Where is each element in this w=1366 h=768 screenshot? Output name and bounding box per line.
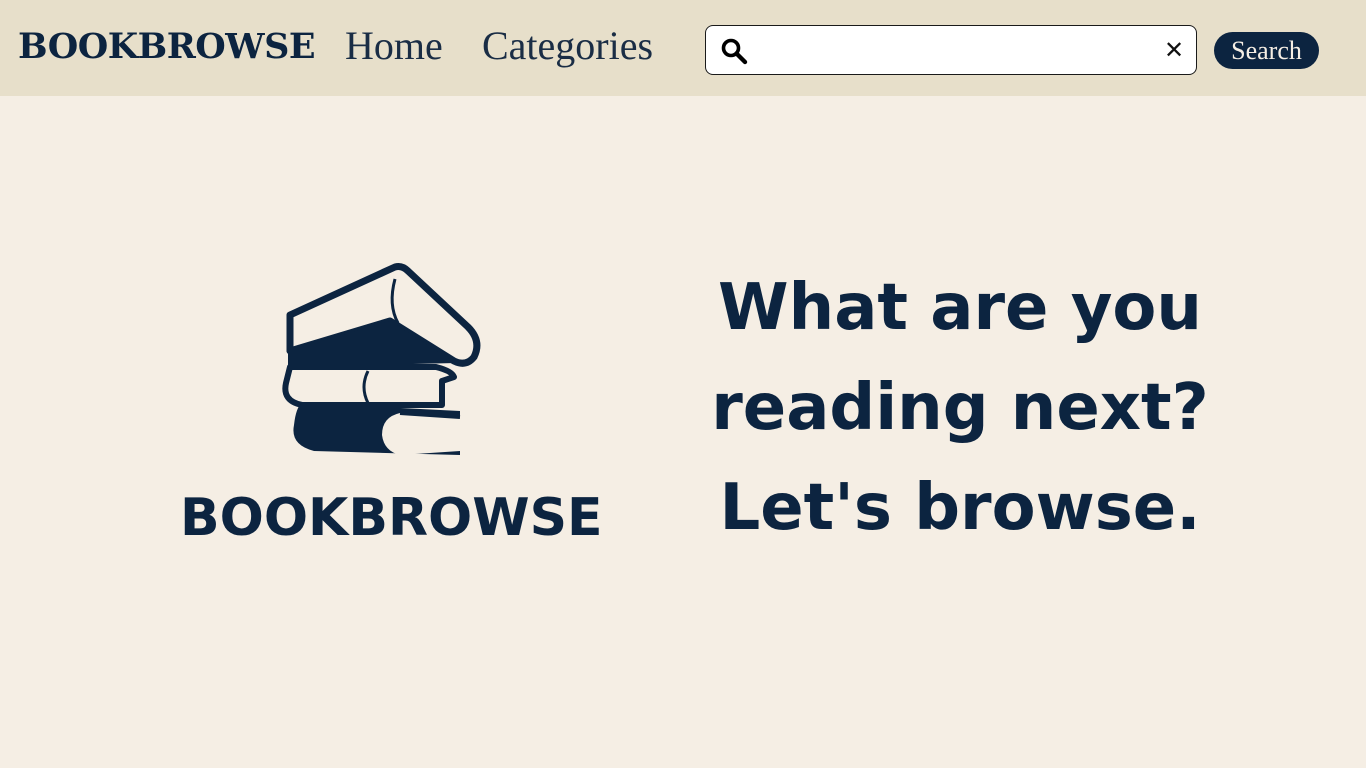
clear-search-icon[interactable]: ✕ [1162, 37, 1186, 63]
tagline-line: Let's browse. [719, 471, 1201, 545]
brand-logo-link[interactable]: BOOKBROWSE [18, 24, 316, 70]
logo-wordmark: BOOKBROWSE [180, 488, 603, 548]
nav-link-home[interactable]: Home [345, 22, 443, 70]
search-button[interactable]: Search [1214, 32, 1319, 69]
hero-tagline: What are you reading next? Let's browse. [680, 258, 1240, 558]
search-box: ✕ [705, 25, 1197, 75]
search-input[interactable] [758, 32, 1158, 68]
tagline-line: reading next? [711, 371, 1209, 445]
search-icon [721, 38, 748, 65]
nav-link-categories[interactable]: Categories [482, 22, 653, 70]
book-stack-icon [282, 263, 481, 455]
hero-logo: BOOKBROWSE [180, 255, 603, 555]
navbar: BOOKBROWSE Home Categories ✕ Search [0, 0, 1366, 96]
tagline-line: What are you [718, 271, 1202, 345]
